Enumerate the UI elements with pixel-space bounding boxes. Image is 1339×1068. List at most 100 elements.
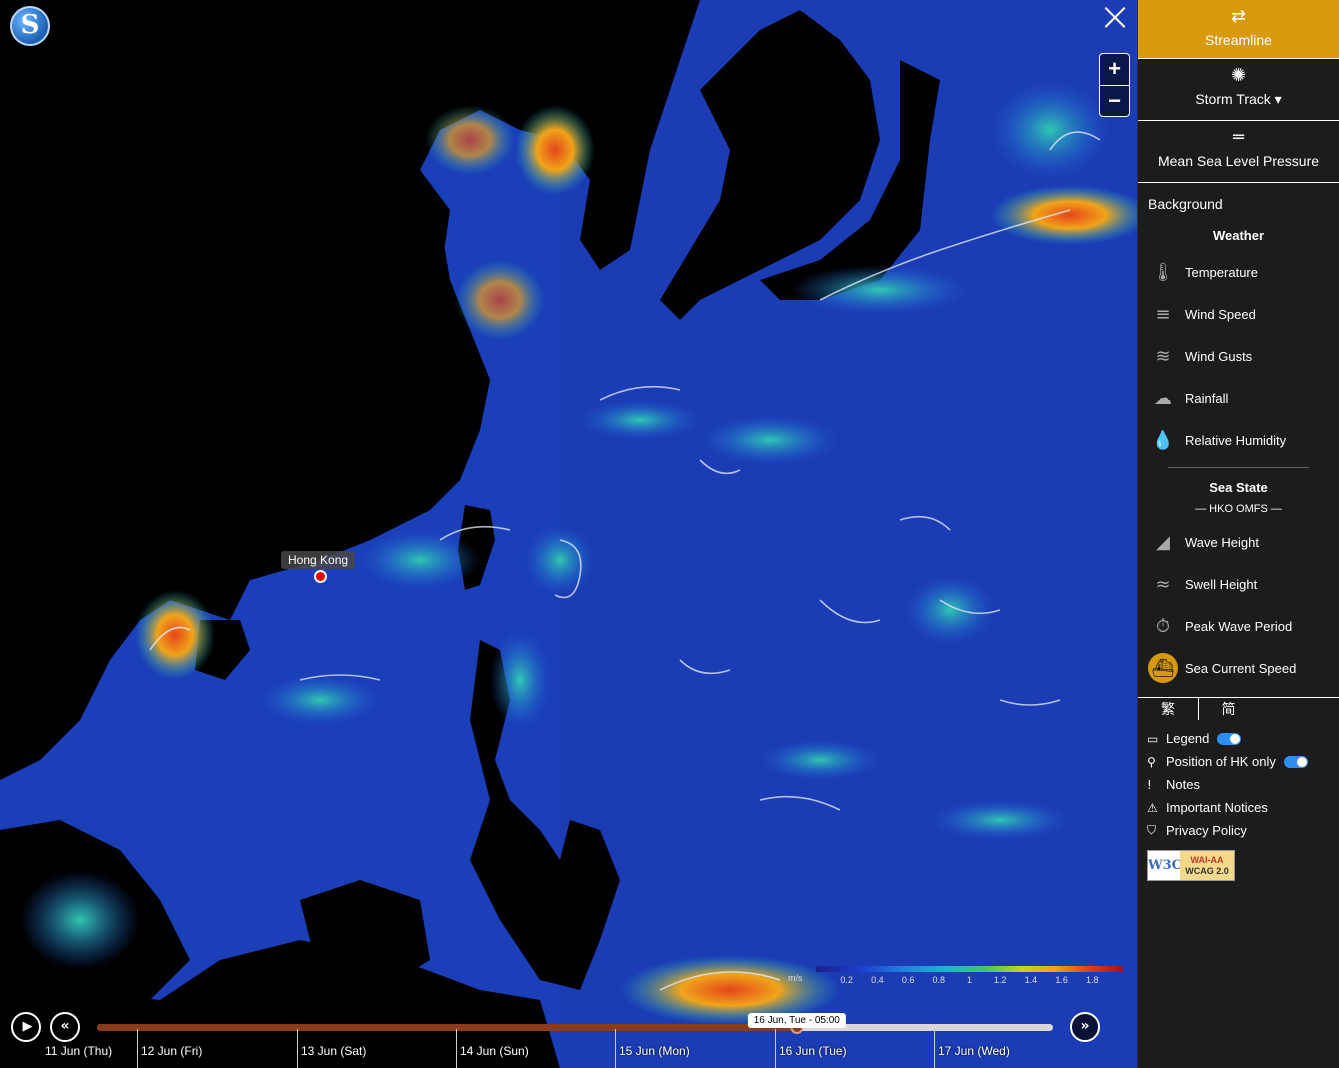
legend-toggle[interactable] — [1217, 732, 1242, 745]
layer-rainfall[interactable]: ☁ Rainfall — [1138, 377, 1339, 419]
legend-unit: m/s — [788, 973, 803, 983]
streamline-icon: ⇄ — [1230, 6, 1247, 27]
legend-tick: 1.4 — [1024, 975, 1038, 985]
shield-icon: ⛉ — [1147, 823, 1157, 837]
stopwatch-icon: ⏱ — [1155, 615, 1171, 637]
streamline-button[interactable]: ⇄ Streamline — [1138, 0, 1339, 59]
legend-tick: 0.8 — [932, 975, 946, 985]
hko-logo[interactable]: S — [10, 6, 50, 46]
legend-tick: 1.2 — [993, 975, 1007, 985]
streamline-label: Streamline — [1205, 32, 1272, 48]
storm-icon: ✺ — [1230, 65, 1247, 86]
layer-label: Sea Current Speed — [1185, 660, 1297, 676]
day-labels: 11 Jun (Thu) 12 Jun (Fri) 13 Jun (Sat) 14 J… — [0, 1029, 1137, 1068]
layer-label: Wind Gusts — [1185, 348, 1253, 364]
layer-label: Rainfall — [1185, 390, 1229, 406]
option-label: Position of HK only — [1166, 754, 1276, 769]
divider — [1168, 467, 1309, 468]
background-title: Background — [1148, 196, 1223, 212]
day-label[interactable]: 15 Jun (Mon) — [615, 1029, 690, 1068]
layer-label: Swell Height — [1185, 576, 1258, 592]
language-switch: 繁 简 — [1138, 697, 1339, 727]
color-legend: m/s 0.2 0.4 0.6 0.8 1 1.2 1.4 1.6 1.8 — [786, 964, 1126, 986]
layer-label: Wind Speed — [1185, 306, 1256, 322]
mslp-label: Mean Sea Level Pressure — [1157, 153, 1320, 169]
hk-position-option[interactable]: ⚲ Position of HK only — [1138, 750, 1339, 773]
pin-icon: ⚲ — [1147, 754, 1156, 769]
side-panel: ⇄ Streamline ✺ Storm Track ▾ ═ Mean Sea … — [1137, 0, 1339, 1068]
legend-tick: 1.6 — [1055, 975, 1068, 985]
lang-simplified[interactable]: 简 — [1198, 698, 1258, 720]
storm-track-label: Storm Track ▾ — [1195, 91, 1282, 107]
map-canvas[interactable]: S × + − Hong Kong m/s 0.2 0.4 0.6 0.8 1 1.2 1.… — [0, 0, 1137, 1068]
legend-tick: 1 — [966, 975, 973, 985]
important-notices-link[interactable]: ⚠ Important Notices — [1138, 796, 1339, 819]
wave-icon: ◢ — [1156, 531, 1170, 553]
swell-icon: ≈ — [1155, 573, 1171, 595]
weather-title: Weather — [1212, 228, 1265, 243]
warning-icon: ⚠ — [1147, 800, 1158, 815]
zoom-in-button[interactable]: + — [1100, 54, 1129, 85]
lang-traditional[interactable]: 繁 — [1138, 698, 1198, 727]
hong-kong-label: Hong Kong — [281, 551, 356, 569]
day-label[interactable]: 17 Jun (Wed) — [934, 1029, 1010, 1068]
legend-option[interactable]: ▭ Legend — [1138, 727, 1339, 750]
legend-ticks: 0.2 0.4 0.6 0.8 1 1.2 1.4 1.6 1.8 — [816, 975, 1123, 987]
legend-color-bar — [816, 966, 1123, 972]
wcag-line1: WAI-AA — [1190, 855, 1224, 865]
layer-label: Peak Wave Period — [1185, 618, 1293, 634]
sea-current-field — [0, 0, 1137, 1068]
hong-kong-marker[interactable] — [314, 570, 327, 583]
logo-glyph: S — [20, 10, 40, 40]
legend-tick: 0.2 — [840, 975, 853, 985]
wcag-line2: WCAG 2.0 — [1185, 866, 1229, 876]
layer-wind-speed[interactable]: ≡ Wind Speed — [1138, 293, 1339, 335]
current-time-tooltip: 16 Jun, Tue - 05:00 — [747, 1013, 846, 1028]
layer-label: Wave Height — [1185, 534, 1259, 550]
layer-sea-current-speed[interactable]: ⛴ Sea Current Speed — [1138, 647, 1339, 689]
omfs-subtitle: — HKO OMFS — — [1195, 503, 1282, 515]
layer-wind-gusts[interactable]: ≋ Wind Gusts — [1138, 335, 1339, 377]
zoom-control: + − — [1099, 53, 1130, 117]
humidity-drop-icon: 💧 — [1151, 429, 1175, 451]
day-label[interactable]: 12 Jun (Fri) — [137, 1029, 202, 1068]
close-button[interactable]: × — [1096, 0, 1134, 38]
wind-icon: ≡ — [1155, 303, 1171, 325]
thermometer-icon: 🌡 — [1151, 261, 1175, 283]
layer-swell-height[interactable]: ≈ Swell Height — [1138, 563, 1339, 605]
notes-link[interactable]: ! Notes — [1138, 773, 1339, 796]
legend-tick: 1.8 — [1086, 975, 1099, 985]
layer-label: Relative Humidity — [1185, 432, 1287, 448]
timeline: ▶ « 16 Jun, Tue - 05:00 » 11 Jun (Thu) 12… — [0, 1003, 1137, 1068]
legend-tick: 0.4 — [871, 975, 884, 985]
legend-tick: 0.6 — [901, 975, 915, 985]
info-icon: ! — [1147, 777, 1152, 792]
layer-relative-humidity[interactable]: 💧 Relative Humidity — [1138, 419, 1339, 461]
sea-state-title: Sea State — [1209, 480, 1268, 495]
option-label: Legend — [1166, 731, 1210, 746]
ship-icon: ⛴ — [1148, 653, 1178, 683]
gust-icon: ≋ — [1155, 345, 1171, 367]
layer-label: Temperature — [1185, 264, 1258, 280]
wcag-badge[interactable]: W3C WAI-AA WCAG 2.0 — [1147, 850, 1235, 881]
option-label: Privacy Policy — [1166, 823, 1247, 838]
option-label: Notes — [1166, 777, 1200, 792]
layer-temperature[interactable]: 🌡 Temperature — [1138, 251, 1339, 293]
day-label[interactable]: 13 Jun (Sat) — [297, 1029, 366, 1068]
ruler-icon: ▭ — [1147, 731, 1159, 746]
day-label[interactable]: 11 Jun (Thu) — [42, 1029, 112, 1068]
hk-position-toggle[interactable] — [1283, 755, 1308, 768]
rain-cloud-icon: ☁ — [1154, 387, 1172, 409]
day-label[interactable]: 14 Jun (Sun) — [456, 1029, 529, 1068]
layer-peak-wave-period[interactable]: ⏱ Peak Wave Period — [1138, 605, 1339, 647]
zoom-out-button[interactable]: − — [1100, 85, 1129, 116]
layer-wave-height[interactable]: ◢ Wave Height — [1138, 521, 1339, 563]
storm-track-button[interactable]: ✺ Storm Track ▾ — [1138, 59, 1339, 121]
mslp-button[interactable]: ═ Mean Sea Level Pressure — [1138, 121, 1339, 183]
pressure-icon: ═ — [1233, 127, 1244, 148]
wcag-level: WAI-AA WCAG 2.0 — [1180, 851, 1234, 880]
w3c-logo: W3C — [1148, 858, 1182, 873]
option-label: Important Notices — [1166, 800, 1268, 815]
day-label[interactable]: 16 Jun (Tue) — [775, 1029, 847, 1068]
privacy-policy-link[interactable]: ⛉ Privacy Policy — [1138, 819, 1339, 842]
